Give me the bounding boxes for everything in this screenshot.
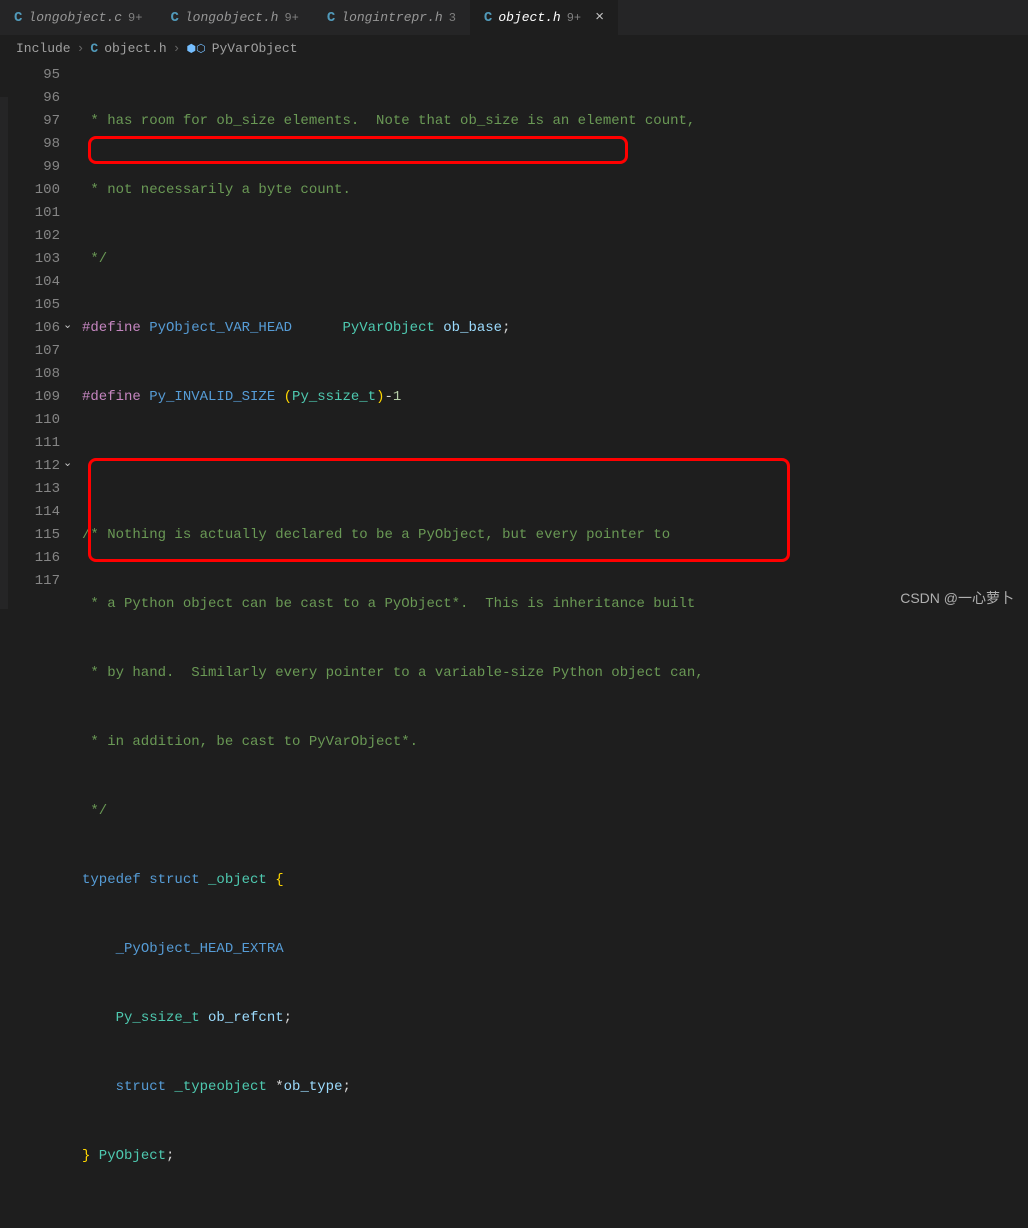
- tab-badge: 9+: [567, 11, 581, 25]
- tab-label: longobject.h: [185, 10, 279, 25]
- c-file-icon: C: [327, 10, 335, 26]
- tab-badge: 9+: [128, 11, 142, 25]
- bracket: (: [284, 389, 292, 405]
- breadcrumb-file[interactable]: object.h: [104, 41, 166, 56]
- editor-left-margin: [0, 97, 8, 609]
- keyword: struct: [141, 872, 200, 888]
- line-number: 113: [0, 478, 60, 501]
- comment-text: * in addition, be cast to PyVarObject*.: [82, 734, 418, 750]
- line-number-gutter: 95 96 97 98 99 100 101 102 103 104 105 1…: [0, 62, 82, 609]
- tab-longintrepr-h[interactable]: C longintrepr.h 3: [313, 0, 470, 35]
- line-number: 99: [0, 156, 60, 179]
- code-editor[interactable]: 95 96 97 98 99 100 101 102 103 104 105 1…: [0, 62, 1028, 609]
- punctuation: ;: [284, 1010, 292, 1026]
- operator: -: [384, 389, 392, 405]
- macro-name: Py_INVALID_SIZE: [141, 389, 284, 405]
- tab-badge: 9+: [284, 11, 298, 25]
- macro-name: PyObject_VAR_HEAD: [141, 320, 343, 336]
- line-number: 112: [0, 455, 60, 478]
- close-icon[interactable]: ×: [595, 9, 604, 26]
- type-name: PyVarObject: [342, 320, 434, 336]
- struct-name: _object: [200, 872, 276, 888]
- c-file-icon: C: [484, 10, 492, 26]
- line-number: 100: [0, 179, 60, 202]
- comment-text: * not necessarily a byte count.: [82, 182, 351, 198]
- tab-label: object.h: [498, 10, 560, 25]
- type-name: Py_ssize_t: [116, 1010, 200, 1026]
- line-number: 109: [0, 386, 60, 409]
- line-number: 98: [0, 133, 60, 156]
- fold-chevron-icon[interactable]: ⌄: [63, 318, 72, 332]
- line-number: 115: [0, 524, 60, 547]
- watermark-text: CSDN @一心萝卜: [900, 588, 1014, 608]
- comment-text: */: [82, 803, 107, 819]
- punctuation: ;: [166, 1148, 174, 1164]
- breadcrumb[interactable]: Include › C object.h › ⬢⬡ PyVarObject: [0, 35, 1028, 62]
- comment-text: * by hand. Similarly every pointer to a …: [82, 665, 704, 681]
- tab-label: longintrepr.h: [341, 10, 442, 25]
- chevron-right-icon: ›: [173, 41, 181, 56]
- line-number: 108: [0, 363, 60, 386]
- line-number: 97: [0, 110, 60, 133]
- c-file-icon: C: [90, 41, 98, 56]
- tab-label: longobject.c: [28, 10, 122, 25]
- tab-object-h[interactable]: C object.h 9+ ×: [470, 0, 618, 35]
- line-number: 95: [0, 64, 60, 87]
- preprocess-keyword: #define: [82, 389, 141, 405]
- comment-text: */: [82, 251, 107, 267]
- preprocess-keyword: #define: [82, 320, 141, 336]
- line-number: 114: [0, 501, 60, 524]
- identifier: ob_refcnt: [200, 1010, 284, 1026]
- c-file-icon: C: [170, 10, 178, 26]
- line-number: 110: [0, 409, 60, 432]
- comment-text: * a Python object can be cast to a PyObj…: [82, 596, 695, 612]
- keyword: typedef: [82, 872, 141, 888]
- line-number: 117: [0, 570, 60, 593]
- macro-name: _PyObject_HEAD_EXTRA: [116, 941, 284, 957]
- struct-name: _typeobject: [166, 1079, 275, 1095]
- punctuation: ;: [342, 1079, 350, 1095]
- number-literal: 1: [393, 389, 401, 405]
- type-name: Py_ssize_t: [292, 389, 376, 405]
- line-number: 116: [0, 547, 60, 570]
- tabs-bar: C longobject.c 9+ C longobject.h 9+ C lo…: [0, 0, 1028, 35]
- struct-icon: ⬢⬡: [186, 42, 205, 56]
- line-number: 96: [0, 87, 60, 110]
- breadcrumb-folder[interactable]: Include: [16, 41, 71, 56]
- line-number: 105: [0, 294, 60, 317]
- line-number: 103: [0, 248, 60, 271]
- line-number: 101: [0, 202, 60, 225]
- line-number: 102: [0, 225, 60, 248]
- tab-longobject-c[interactable]: C longobject.c 9+: [0, 0, 156, 35]
- c-file-icon: C: [14, 10, 22, 26]
- breadcrumb-symbol[interactable]: PyVarObject: [212, 41, 298, 56]
- chevron-right-icon: ›: [77, 41, 85, 56]
- identifier: ob_type: [284, 1079, 343, 1095]
- line-number: 111: [0, 432, 60, 455]
- operator: *: [275, 1079, 283, 1095]
- code-content[interactable]: * has room for ob_size elements. Note th…: [82, 62, 1028, 609]
- identifier: ob_base: [435, 320, 502, 336]
- type-name: PyObject: [90, 1148, 166, 1164]
- comment-text: * has room for ob_size elements. Note th…: [82, 113, 695, 129]
- bracket: }: [82, 1148, 90, 1164]
- keyword: struct: [116, 1079, 166, 1095]
- comment-text: /* Nothing is actually declared to be a …: [82, 527, 670, 543]
- fold-chevron-icon[interactable]: ⌄: [63, 456, 72, 470]
- bracket: {: [275, 872, 283, 888]
- tab-longobject-h[interactable]: C longobject.h 9+: [156, 0, 312, 35]
- punctuation: ;: [502, 320, 510, 336]
- tab-badge: 3: [449, 11, 456, 25]
- line-number: 104: [0, 271, 60, 294]
- line-number: 106: [0, 317, 60, 340]
- line-number: 107: [0, 340, 60, 363]
